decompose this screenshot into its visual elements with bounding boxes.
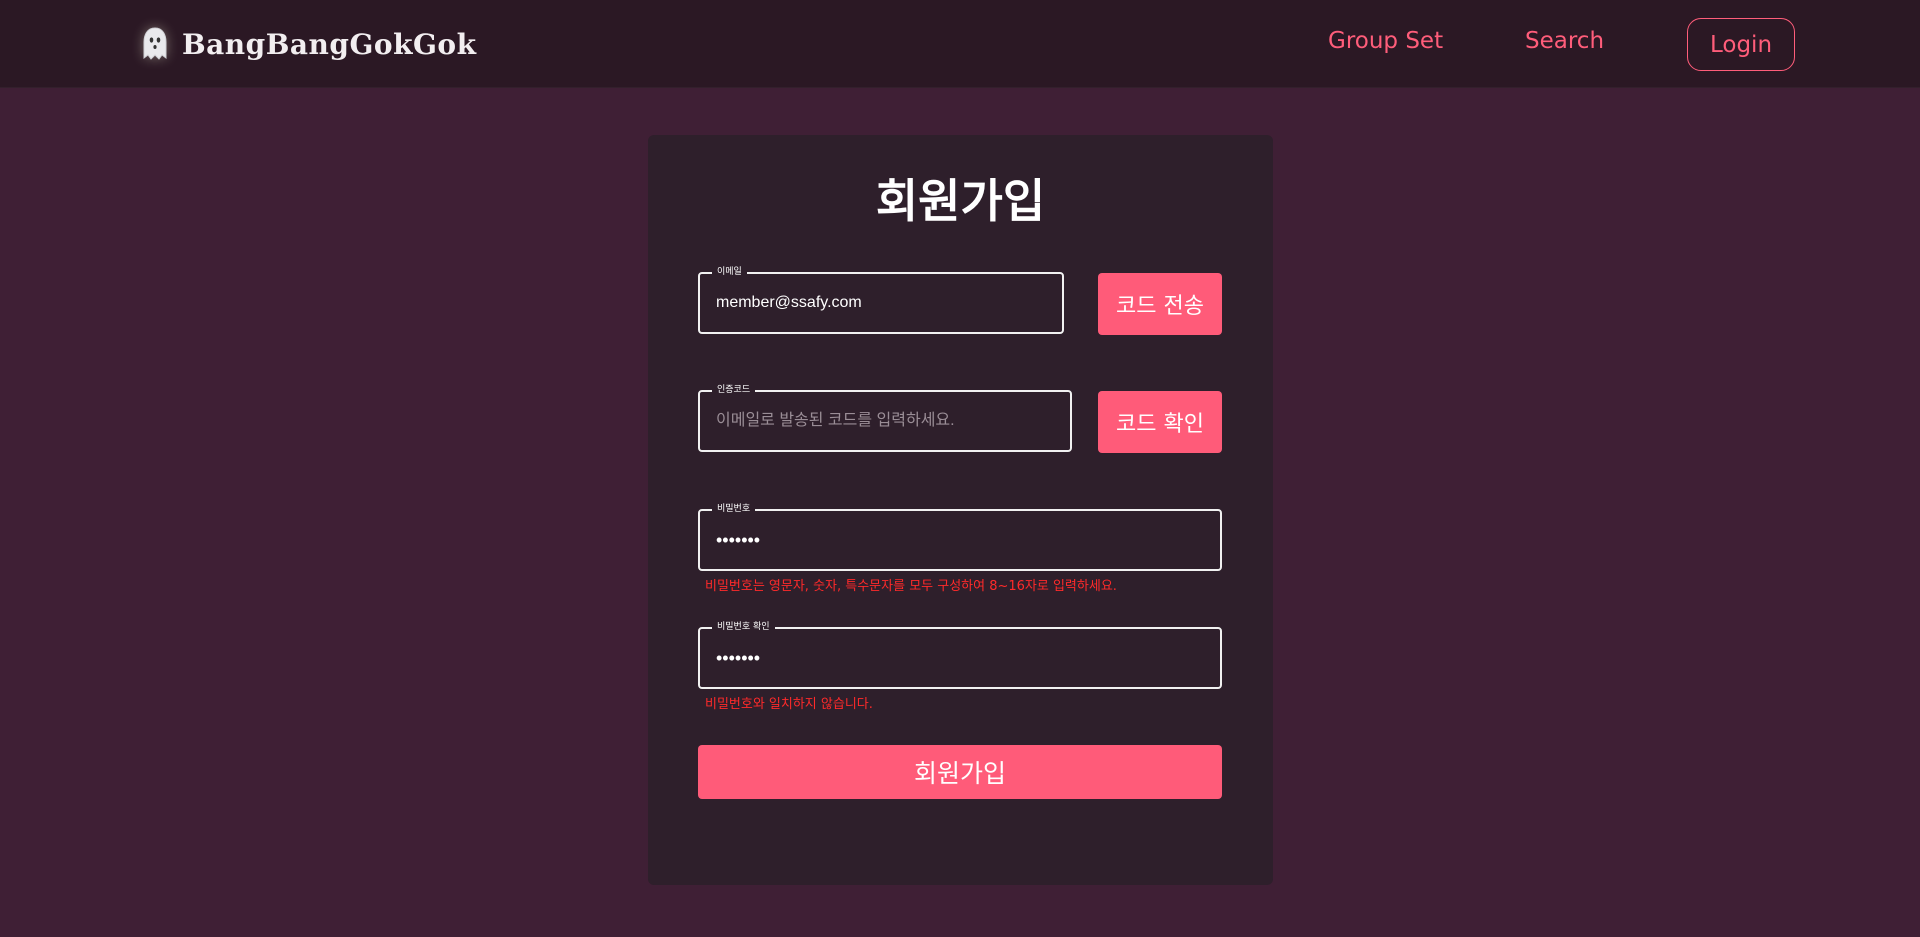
signup-card: 회원가입 이메일 member@ssafy.com 코드 전송 인증코드 이메일… — [648, 135, 1273, 885]
send-code-button[interactable]: 코드 전송 — [1098, 273, 1222, 335]
page-title: 회원가입 — [875, 174, 1046, 228]
email-field[interactable]: 이메일 member@ssafy.com — [698, 265, 1064, 334]
password-value: ••••••• — [716, 530, 761, 550]
nav-search[interactable]: Search — [1525, 28, 1604, 54]
password-confirm-error: 비밀번호와 일치하지 않습니다. — [705, 697, 873, 712]
email-value: member@ssafy.com — [716, 294, 862, 311]
verification-code-placeholder: 이메일로 발송된 코드를 입력하세요. — [716, 412, 955, 429]
signup-submit-button[interactable]: 회원가입 — [698, 745, 1222, 799]
nav-group-set[interactable]: Group Set — [1328, 28, 1443, 54]
verification-code-field[interactable]: 인증코드 이메일로 발송된 코드를 입력하세요. — [698, 383, 1072, 452]
password-error: 비밀번호는 영문자, 숫자, 특수문자를 모두 구성하여 8~16자로 입력하세… — [705, 579, 1117, 594]
login-button[interactable]: Login — [1687, 18, 1795, 71]
brand-name: BangBangGokGok — [182, 27, 477, 61]
ghost-icon — [142, 27, 168, 61]
password-confirm-field[interactable]: 비밀번호 확인 ••••••• — [698, 620, 1222, 689]
top-navbar: BangBangGokGok Group Set Search Login — [0, 0, 1920, 88]
password-confirm-value: ••••••• — [716, 648, 761, 668]
verify-code-button[interactable]: 코드 확인 — [1098, 391, 1222, 453]
password-field[interactable]: 비밀번호 ••••••• — [698, 502, 1222, 571]
brand-logo[interactable]: BangBangGokGok — [142, 22, 476, 66]
